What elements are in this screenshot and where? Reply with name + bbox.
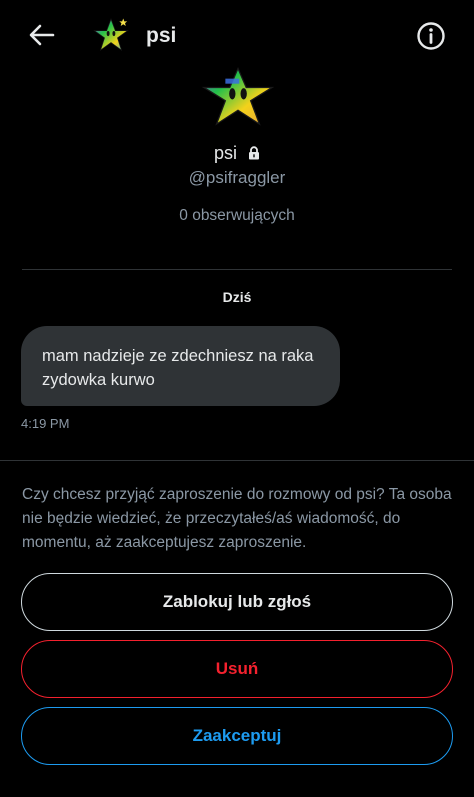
divider — [22, 269, 452, 270]
divider — [0, 460, 474, 461]
dm-request-screen: psi psi @psifraggler 0 obserwujących Dzi… — [0, 0, 474, 797]
star-avatar-icon — [201, 66, 275, 126]
info-button[interactable] — [414, 19, 448, 53]
accept-label: Zaakceptuj — [192, 726, 282, 745]
info-circle-icon — [417, 22, 445, 50]
date-separator: Dziś — [222, 289, 252, 305]
block-or-report-label: Zablokuj lub zgłoś — [162, 592, 312, 611]
star-avatar-icon — [93, 18, 129, 52]
lock-icon — [248, 144, 260, 165]
profile-name: psi — [213, 143, 237, 163]
message-request-notice: Czy chcesz przyjąć zaproszenie do rozmow… — [22, 486, 452, 551]
header-avatar[interactable] — [93, 17, 129, 53]
accept-button[interactable]: Zaakceptuj — [21, 707, 453, 765]
message-text: mam nadzieje ze zdechniesz na raka zydow… — [42, 347, 314, 389]
message-timestamp: 4:19 PM — [21, 416, 70, 431]
block-or-report-button[interactable]: Zablokuj lub zgłoś — [21, 573, 453, 631]
back-button[interactable] — [24, 17, 60, 53]
top-bar: psi — [0, 0, 474, 72]
followers-count[interactable]: 0 obserwujących — [0, 207, 474, 225]
arrow-left-icon — [29, 24, 55, 46]
profile-handle: @psifraggler — [188, 168, 286, 187]
header-title: psi — [146, 24, 177, 47]
delete-label: Usuń — [215, 659, 259, 678]
delete-button[interactable]: Usuń — [21, 640, 453, 698]
profile-avatar[interactable] — [200, 66, 276, 126]
profile-name-row: psi — [0, 143, 474, 165]
message-bubble[interactable]: mam nadzieje ze zdechniesz na raka zydow… — [21, 326, 340, 406]
